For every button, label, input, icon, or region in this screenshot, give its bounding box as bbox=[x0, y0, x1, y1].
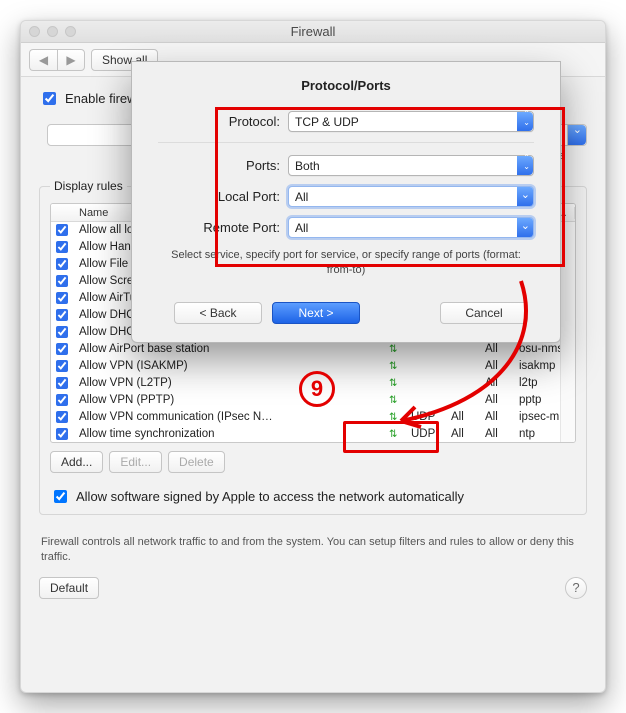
rule-enabled-checkbox[interactable] bbox=[56, 394, 68, 406]
local-port-value: All bbox=[295, 190, 308, 204]
add-button[interactable]: Add... bbox=[50, 451, 103, 473]
table-row[interactable]: Allow AirPort base station⇅Allosu-nms bbox=[51, 341, 575, 358]
rule-name: Allow time synchronization bbox=[73, 428, 383, 440]
rule-enabled-checkbox[interactable] bbox=[56, 343, 68, 355]
rule-name: Allow VPN (PPTP) bbox=[73, 394, 383, 406]
remote-port-field[interactable]: All bbox=[288, 217, 534, 238]
rule-enabled-checkbox[interactable] bbox=[56, 326, 68, 338]
local-port-label: Local Port: bbox=[158, 189, 288, 204]
footer-buttons: Default ? bbox=[39, 577, 587, 599]
back-button[interactable]: ◀ bbox=[29, 49, 57, 71]
default-button[interactable]: Default bbox=[39, 577, 99, 599]
firewall-window: Firewall ◀ ▶ Show all Enable firewall s … bbox=[20, 20, 606, 693]
ports-label: Ports: bbox=[158, 158, 288, 173]
enable-firewall-checkbox[interactable] bbox=[43, 92, 56, 105]
help-button[interactable]: ? bbox=[565, 577, 587, 599]
display-rules-label: Display rules bbox=[50, 179, 127, 193]
direction-icon: ⇅ bbox=[383, 411, 405, 423]
remote-port-label: Remote Port: bbox=[158, 220, 288, 235]
rule-enabled-checkbox[interactable] bbox=[56, 428, 68, 440]
direction-icon: ⇅ bbox=[383, 377, 405, 389]
allow-signed-row: Allow software signed by Apple to access… bbox=[50, 487, 576, 506]
next-button[interactable]: Next > bbox=[272, 302, 360, 324]
rule-name: Allow VPN (L2TP) bbox=[73, 377, 383, 389]
direction-icon: ⇅ bbox=[383, 343, 405, 355]
forward-button[interactable]: ▶ bbox=[57, 49, 85, 71]
table-row[interactable]: Allow time synchronization⇅UDPAllAllntp bbox=[51, 426, 575, 443]
remote-port-value: All bbox=[295, 221, 308, 235]
rule-proto: UDP bbox=[405, 428, 445, 440]
rule-buttons: Add... Edit... Delete bbox=[50, 451, 576, 473]
rule-enabled-checkbox[interactable] bbox=[56, 275, 68, 287]
rule-rport: All bbox=[479, 377, 513, 389]
rule-enabled-checkbox[interactable] bbox=[56, 292, 68, 304]
rule-enabled-checkbox[interactable] bbox=[56, 241, 68, 253]
rule-enabled-checkbox[interactable] bbox=[56, 258, 68, 270]
rule-name: Allow VPN communication (IPsec N… bbox=[73, 411, 383, 423]
rule-name: Allow VPN (ISAKMP) bbox=[73, 360, 383, 372]
rule-lport: All bbox=[445, 411, 479, 423]
table-scrollbar[interactable] bbox=[560, 222, 575, 442]
traffic-lights bbox=[29, 26, 76, 37]
direction-icon: ⇅ bbox=[383, 428, 405, 440]
ports-select[interactable]: Both bbox=[288, 155, 534, 176]
rule-rport: All bbox=[479, 394, 513, 406]
zoom-icon[interactable] bbox=[65, 26, 76, 37]
rule-rport: All bbox=[479, 428, 513, 440]
local-port-field[interactable]: All bbox=[288, 186, 534, 207]
rule-enabled-checkbox[interactable] bbox=[56, 309, 68, 321]
table-row[interactable]: Allow VPN (PPTP)⇅Allpptp bbox=[51, 392, 575, 409]
close-icon[interactable] bbox=[29, 26, 40, 37]
rule-rport: All bbox=[479, 411, 513, 423]
sheet-buttons: < Back Next > Cancel bbox=[158, 302, 534, 324]
cancel-button[interactable]: Cancel bbox=[440, 302, 528, 324]
edit-button: Edit... bbox=[109, 451, 162, 473]
protocol-ports-sheet: Protocol/Ports Protocol: TCP & UDP Ports… bbox=[131, 61, 561, 343]
rule-enabled-checkbox[interactable] bbox=[56, 411, 68, 423]
allow-signed-label: Allow software signed by Apple to access… bbox=[76, 489, 464, 504]
back-button[interactable]: < Back bbox=[174, 302, 262, 324]
rule-rport: All bbox=[479, 343, 513, 355]
rule-proto: UDP bbox=[405, 411, 445, 423]
rule-name: Allow AirPort base station bbox=[73, 343, 383, 355]
table-row[interactable]: Allow VPN communication (IPsec N…⇅UDPAll… bbox=[51, 409, 575, 426]
sheet-helptext: Select service, specify port for service… bbox=[168, 248, 524, 278]
ports-value: Both bbox=[295, 159, 320, 173]
direction-icon: ⇅ bbox=[383, 360, 405, 372]
rule-rport: All bbox=[479, 360, 513, 372]
allow-signed-checkbox[interactable] bbox=[54, 490, 67, 503]
nav-segment: ◀ ▶ bbox=[29, 49, 85, 71]
minimize-icon[interactable] bbox=[47, 26, 58, 37]
protocol-select[interactable]: TCP & UDP bbox=[288, 111, 534, 132]
direction-icon: ⇅ bbox=[383, 394, 405, 406]
rule-lport: All bbox=[445, 428, 479, 440]
protocol-value: TCP & UDP bbox=[295, 115, 359, 129]
window-title: Firewall bbox=[291, 24, 336, 39]
table-row[interactable]: Allow VPN (ISAKMP)⇅Allisakmp bbox=[51, 358, 575, 375]
table-row[interactable]: Allow VPN (L2TP)⇅Alll2tp bbox=[51, 375, 575, 392]
rule-enabled-checkbox[interactable] bbox=[56, 377, 68, 389]
footer-note: Firewall controls all network traffic to… bbox=[41, 535, 585, 565]
sheet-title: Protocol/Ports bbox=[158, 78, 534, 93]
rule-enabled-checkbox[interactable] bbox=[56, 224, 68, 236]
rule-enabled-checkbox[interactable] bbox=[56, 360, 68, 372]
delete-button: Delete bbox=[168, 451, 225, 473]
protocol-label: Protocol: bbox=[158, 114, 288, 129]
titlebar: Firewall bbox=[21, 21, 605, 43]
